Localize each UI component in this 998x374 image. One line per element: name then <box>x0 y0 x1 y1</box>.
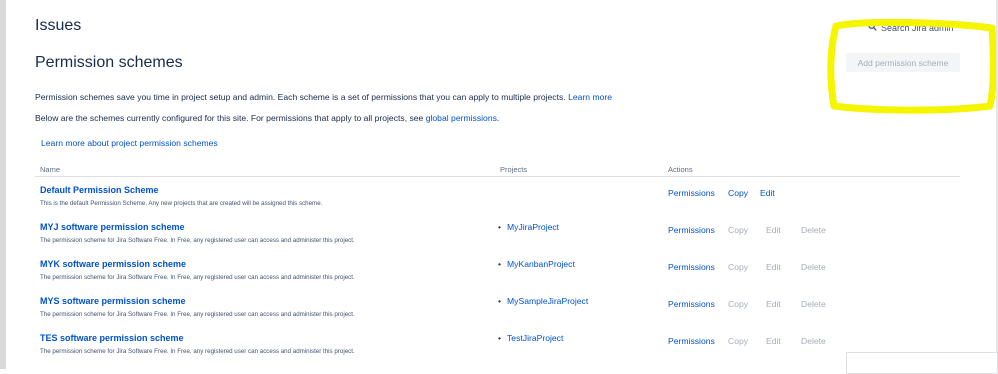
column-header-name: Name <box>40 165 61 174</box>
scheme-name-link[interactable]: MYS software permission scheme <box>40 296 186 306</box>
column-header-projects: Projects <box>500 165 528 174</box>
page-title: Permission schemes <box>35 54 183 71</box>
copy-link: Copy <box>728 336 749 346</box>
global-permissions-link[interactable]: global permissions <box>426 113 497 123</box>
scheme-name-link[interactable]: MYK software permission scheme <box>40 259 186 269</box>
table-row: Default Permission Scheme This is the de… <box>0 185 998 221</box>
permissions-link[interactable]: Permissions <box>668 188 715 198</box>
scheme-description: This is the default Permission Scheme. A… <box>40 200 323 207</box>
edit-link: Edit <box>766 299 781 309</box>
project-item: • MySampleJiraProject <box>498 296 588 306</box>
scheme-description: The permission scheme for Jira Software … <box>40 311 355 318</box>
learn-more-project-permission-schemes-link[interactable]: Learn more about project permission sche… <box>41 138 218 148</box>
intro-text: Permission schemes save you time in proj… <box>35 92 566 102</box>
project-link[interactable]: MySampleJiraProject <box>507 296 588 306</box>
search-label: Search Jira admin <box>881 22 954 33</box>
table-header-divider <box>35 176 960 177</box>
scheme-name-link[interactable]: Default Permission Scheme <box>40 185 159 195</box>
copy-link: Copy <box>728 262 749 272</box>
copy-link: Copy <box>728 299 749 309</box>
section-title: Issues <box>35 17 82 34</box>
learn-more-link[interactable]: Learn more <box>568 92 612 102</box>
delete-link: Delete <box>801 299 826 309</box>
edit-link: Edit <box>766 225 781 235</box>
edit-link: Edit <box>766 262 781 272</box>
project-item: • TestJiraProject <box>498 333 563 343</box>
project-link[interactable]: MyKanbanProject <box>507 259 575 269</box>
permissions-link[interactable]: Permissions <box>668 262 715 272</box>
project-item: • MyKanbanProject <box>498 259 575 269</box>
copy-link: Copy <box>728 225 749 235</box>
table-row: MYK software permission scheme The permi… <box>0 259 998 295</box>
bullet-icon: • <box>498 222 502 232</box>
delete-link: Delete <box>801 262 826 272</box>
scheme-description: The permission scheme for Jira Software … <box>40 348 355 355</box>
table-row: MYS software permission scheme The permi… <box>0 296 998 332</box>
scheme-description: The permission scheme for Jira Software … <box>40 237 355 244</box>
delete-link: Delete <box>801 336 826 346</box>
schemes-text: Below are the schemes currently configur… <box>35 113 424 123</box>
edit-link[interactable]: Edit <box>760 188 775 198</box>
column-header-actions: Actions <box>668 165 693 174</box>
bullet-icon: • <box>498 296 502 306</box>
copy-link[interactable]: Copy <box>728 188 748 198</box>
add-permission-scheme-button[interactable]: Add permission scheme <box>846 53 960 72</box>
permissions-link[interactable]: Permissions <box>668 336 715 346</box>
permissions-link[interactable]: Permissions <box>668 299 715 309</box>
project-item: • MyJiraProject <box>498 222 559 232</box>
project-link[interactable]: MyJiraProject <box>507 222 559 232</box>
permissions-link[interactable]: Permissions <box>668 225 715 235</box>
scheme-name-link[interactable]: MYJ software permission scheme <box>40 222 185 232</box>
search-jira-admin-link[interactable]: Search Jira admin <box>868 22 954 33</box>
scheme-name-link[interactable]: TES software permission scheme <box>40 333 184 343</box>
delete-link: Delete <box>801 225 826 235</box>
search-icon <box>868 22 877 33</box>
intro-paragraph: Permission schemes save you time in proj… <box>35 92 612 102</box>
floating-panel-edge <box>846 352 998 374</box>
scheme-description: The permission scheme for Jira Software … <box>40 274 355 281</box>
bullet-icon: • <box>498 333 502 343</box>
bullet-icon: • <box>498 259 502 269</box>
edit-link: Edit <box>766 336 781 346</box>
schemes-paragraph: Below are the schemes currently configur… <box>35 113 500 123</box>
project-link[interactable]: TestJiraProject <box>507 333 563 343</box>
table-row: MYJ software permission scheme The permi… <box>0 222 998 258</box>
